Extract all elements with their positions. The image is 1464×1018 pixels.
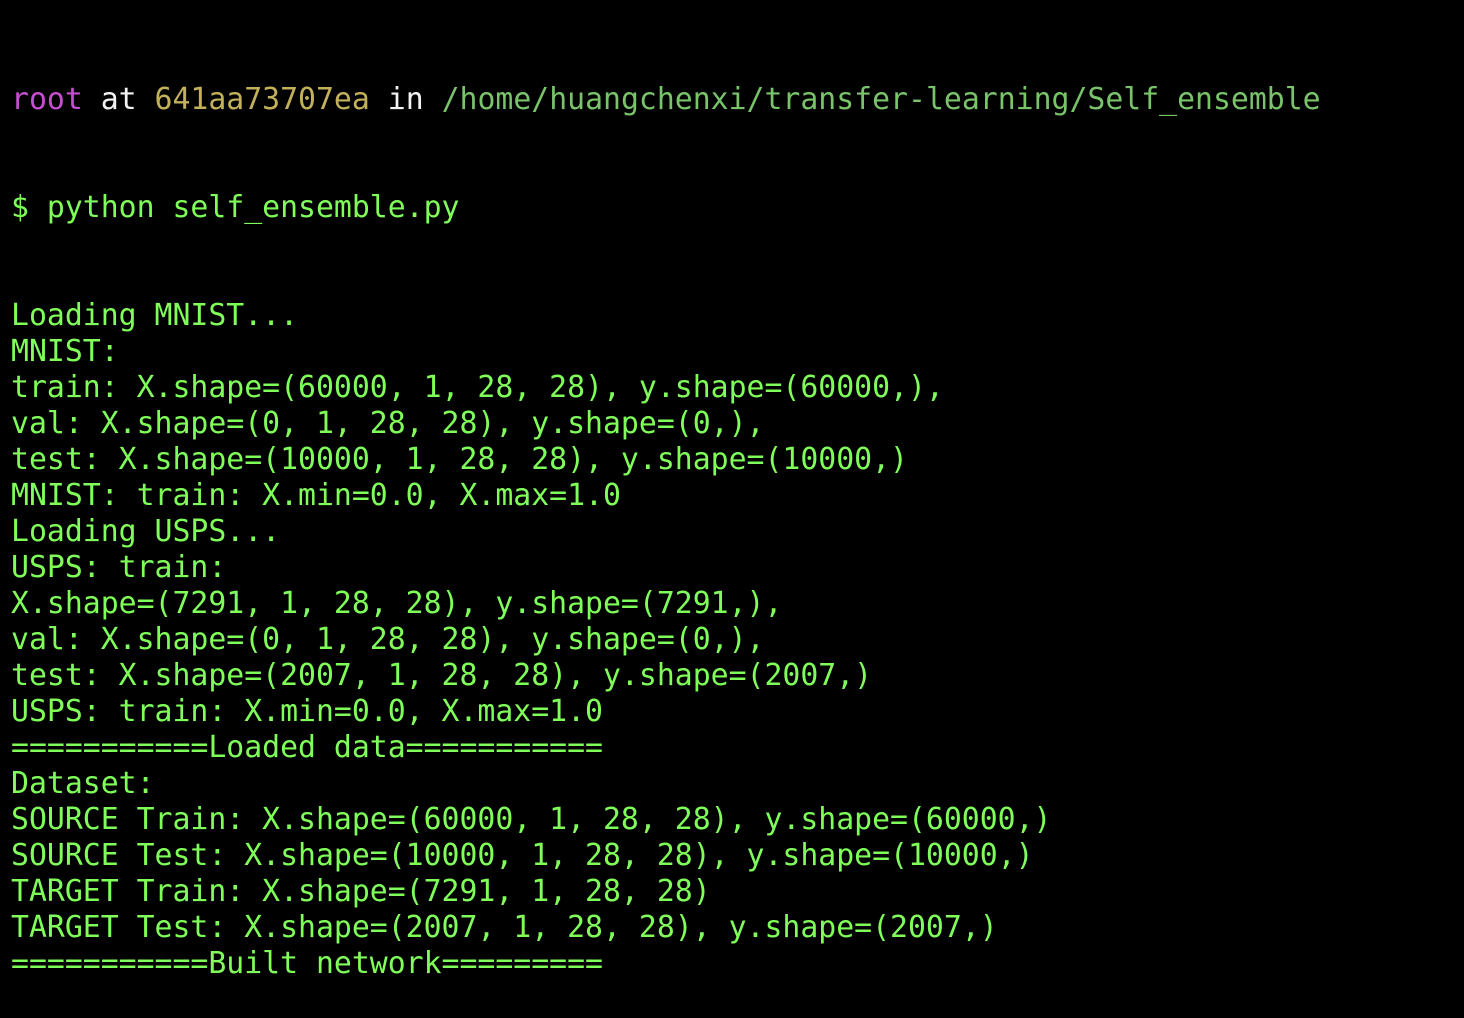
output-line: SOURCE Test: X.shape=(10000, 1, 28, 28),… — [11, 838, 1034, 873]
output-line: TARGET Test: X.shape=(2007, 1, 28, 28), … — [11, 910, 998, 945]
prompt-path: /home/huangchenxi/transfer-learning/Self… — [441, 82, 1321, 117]
output-line: ===========Built network========= — [11, 946, 603, 981]
shell-prompt: root at 641aa73707ea in /home/huangchenx… — [11, 82, 1464, 118]
output-line: USPS: train: — [11, 550, 227, 585]
prompt-user: root — [11, 82, 83, 117]
output-line: Dataset: — [11, 766, 155, 801]
output-line: USPS: train: X.min=0.0, X.max=1.0 — [11, 694, 603, 729]
prompt-in: in — [369, 82, 442, 117]
output-line: val: X.shape=(0, 1, 28, 28), y.shape=(0,… — [11, 622, 765, 657]
output-line: Loading MNIST... — [11, 298, 299, 333]
prompt-symbol: $ — [11, 190, 47, 225]
command-line: $ python self_ensemble.py — [11, 190, 1464, 226]
terminal-output: root at 641aa73707ea in /home/huangchenx… — [11, 10, 1464, 1018]
command-text: python self_ensemble.py — [46, 190, 460, 225]
output-line: X.shape=(7291, 1, 28, 28), y.shape=(7291… — [11, 586, 783, 621]
output-line: ===========Loaded data=========== — [11, 730, 603, 765]
output-line: TARGET Train: X.shape=(7291, 1, 28, 28) — [11, 874, 711, 909]
output-line: MNIST: — [11, 334, 119, 369]
prompt-at: at — [82, 82, 155, 117]
output-line: test: X.shape=(10000, 1, 28, 28), y.shap… — [11, 442, 908, 477]
prompt-host: 641aa73707ea — [154, 82, 370, 117]
output-lines: Loading MNIST... MNIST: train: X.shape=(60… — [11, 298, 1464, 982]
output-line: MNIST: train: X.min=0.0, X.max=1.0 — [11, 478, 621, 513]
output-line: train: X.shape=(60000, 1, 28, 28), y.sha… — [11, 370, 944, 405]
output-line: Loading USPS... — [11, 514, 281, 549]
output-line: val: X.shape=(0, 1, 28, 28), y.shape=(0,… — [11, 406, 765, 441]
output-line: SOURCE Train: X.shape=(60000, 1, 28, 28)… — [11, 802, 1052, 837]
output-line: test: X.shape=(2007, 1, 28, 28), y.shape… — [11, 658, 873, 693]
